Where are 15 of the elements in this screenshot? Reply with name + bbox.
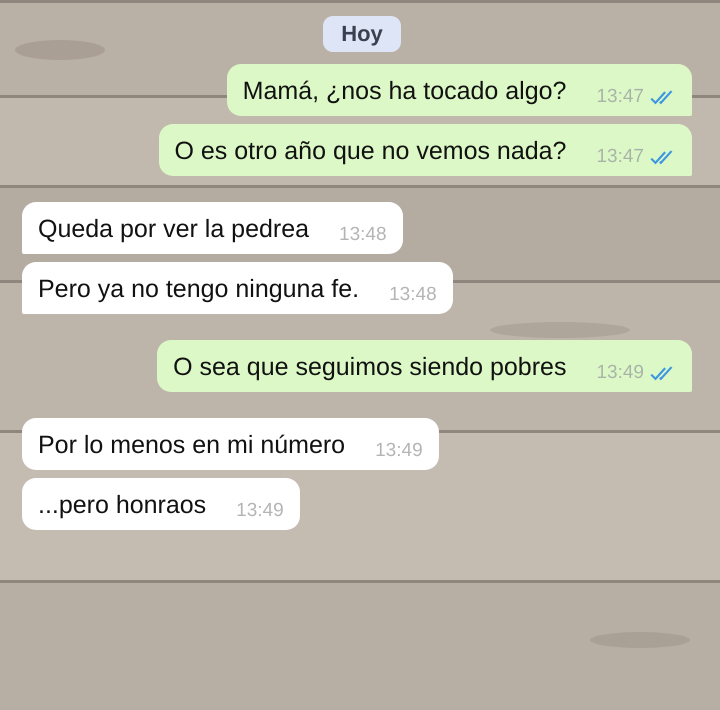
message-text: Mamá, ¿nos ha tocado algo? [242,76,566,107]
message-text: Pero ya no tengo ninguna fe. [38,274,360,305]
message-text: Por lo menos en mi número [38,430,346,461]
message-time: 13:48 [339,224,387,246]
message-time: 13:47 [596,146,644,168]
message-time: 13:49 [596,362,644,384]
message-time: 13:47 [596,86,644,108]
message-text: Queda por ver la pedrea [38,214,310,245]
message-time: 13:49 [236,500,284,522]
message-text: O es otro año que no vemos nada? [174,136,566,167]
message-time: 13:48 [389,284,437,306]
date-chip: Hoy [323,16,401,52]
message-text: ...pero honraos [38,490,206,521]
message-time: 13:49 [375,440,423,462]
message-text: O sea que seguimos siendo pobres [173,352,566,383]
